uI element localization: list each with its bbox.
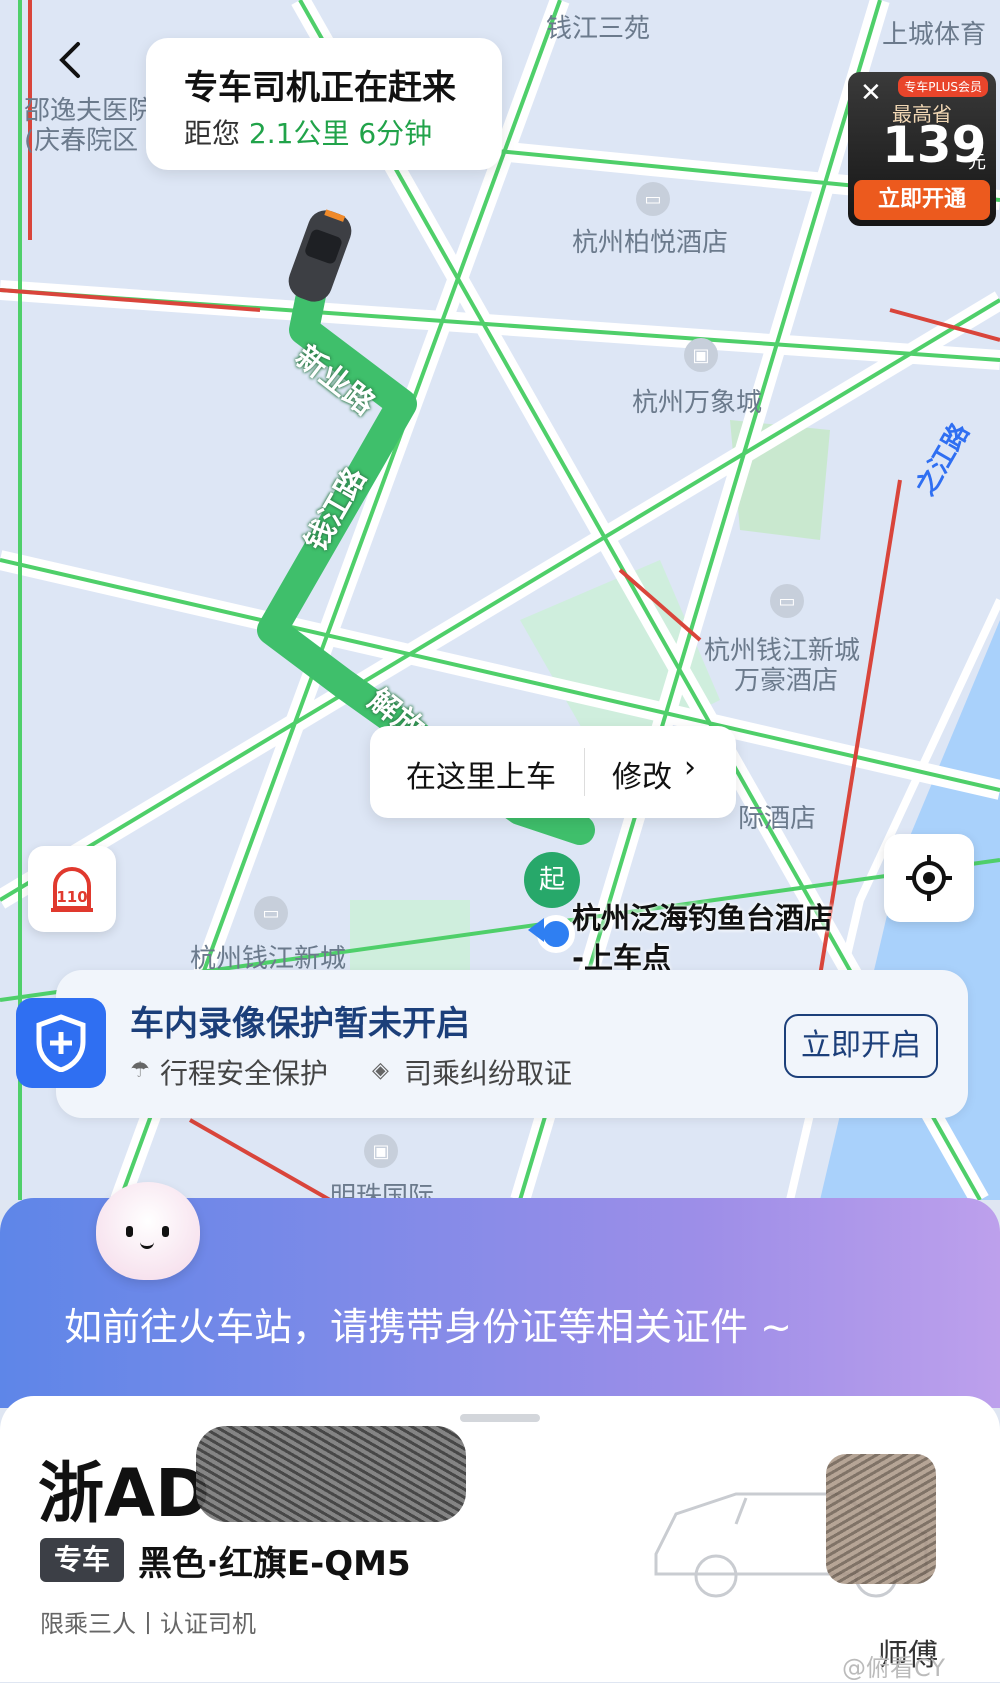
status-distance: 距您 2.1公里 6分钟 xyxy=(184,112,432,152)
divider xyxy=(584,748,585,796)
pickup-popover: 在这里上车 修改 › xyxy=(370,726,736,818)
service-tag: 专车 xyxy=(40,1538,124,1582)
hotel-icon: ▭ xyxy=(254,896,288,930)
watermark: @俯看CY xyxy=(842,1654,945,1682)
shield-icon xyxy=(16,998,106,1088)
sheet-drag-handle[interactable] xyxy=(460,1414,540,1422)
activate-plus-button[interactable]: 立即开通 xyxy=(854,180,990,220)
recording-status-title: 车内录像保护暂未开启 xyxy=(130,1004,470,1044)
chevron-right-icon: › xyxy=(684,750,696,785)
feature-trip-safety: 行程安全保护 xyxy=(160,1057,329,1090)
poi-label: 际酒店 xyxy=(738,804,817,834)
modify-pickup-button[interactable]: 修改 xyxy=(612,752,672,796)
license-plate: 浙AD xyxy=(38,1455,210,1532)
pickup-here-label: 在这里上车 xyxy=(406,760,556,795)
mascot-avatar xyxy=(96,1182,200,1280)
umbrella-icon: ☂ xyxy=(130,1058,150,1083)
locate-me-button[interactable] xyxy=(884,834,974,922)
sos-label: 110 xyxy=(56,888,87,906)
poi-label: 杭州万象城 xyxy=(632,388,763,418)
driver-photo-redaction xyxy=(826,1454,936,1584)
plus-promo[interactable]: ✕ 专车PLUS会员 最高省 139 元 立即开通 xyxy=(848,72,996,226)
poi-label: (庆春院区 xyxy=(24,126,139,156)
plate-redaction xyxy=(196,1426,466,1522)
status-title: 专车司机正在赶来 xyxy=(184,68,456,108)
hint-text: 如前往火车站，请携带身份证等相关证件 ~ xyxy=(64,1305,792,1349)
promo-badge: 专车PLUS会员 xyxy=(898,76,988,97)
emergency-110-button[interactable]: 110 xyxy=(28,846,116,932)
hotel-icon: ▭ xyxy=(770,584,804,618)
distance-value: 2.1公里 6分钟 xyxy=(248,117,433,150)
pickup-name-line1: 杭州泛海钓鱼台酒店 xyxy=(572,901,834,935)
driver-status-card: 专车司机正在赶来 距您 2.1公里 6分钟 xyxy=(146,38,502,170)
feature-dispute-evidence: 司乘纠纷取证 xyxy=(404,1057,573,1090)
alarm-icon: 110 xyxy=(51,867,93,912)
crosshair-icon xyxy=(906,855,952,901)
pickup-location-name: 杭州泛海钓鱼台酒店 -上车点 xyxy=(572,898,833,978)
poi-label: 万豪酒店 xyxy=(734,666,839,696)
car-description: 黑色·红旗E-QM5 xyxy=(138,1544,411,1584)
distance-prefix: 距您 xyxy=(184,117,241,150)
handshake-icon: ◈ xyxy=(372,1058,389,1083)
back-icon[interactable] xyxy=(52,40,92,80)
mall-icon: ▣ xyxy=(684,338,718,372)
promo-unit: 元 xyxy=(968,152,986,173)
poi-label: 上城体育 xyxy=(882,20,987,50)
hotel-icon: ▭ xyxy=(636,182,670,216)
vehicle-meta: 限乘三人丨认证司机 xyxy=(40,1610,256,1638)
poi-label: 杭州柏悦酒店 xyxy=(572,228,729,258)
building-icon: ▣ xyxy=(364,1134,398,1168)
enable-recording-button[interactable]: 立即开启 xyxy=(784,1014,938,1078)
poi-label: 钱江三苑 xyxy=(546,14,651,44)
poi-label: 明珠国际 xyxy=(330,1182,435,1200)
